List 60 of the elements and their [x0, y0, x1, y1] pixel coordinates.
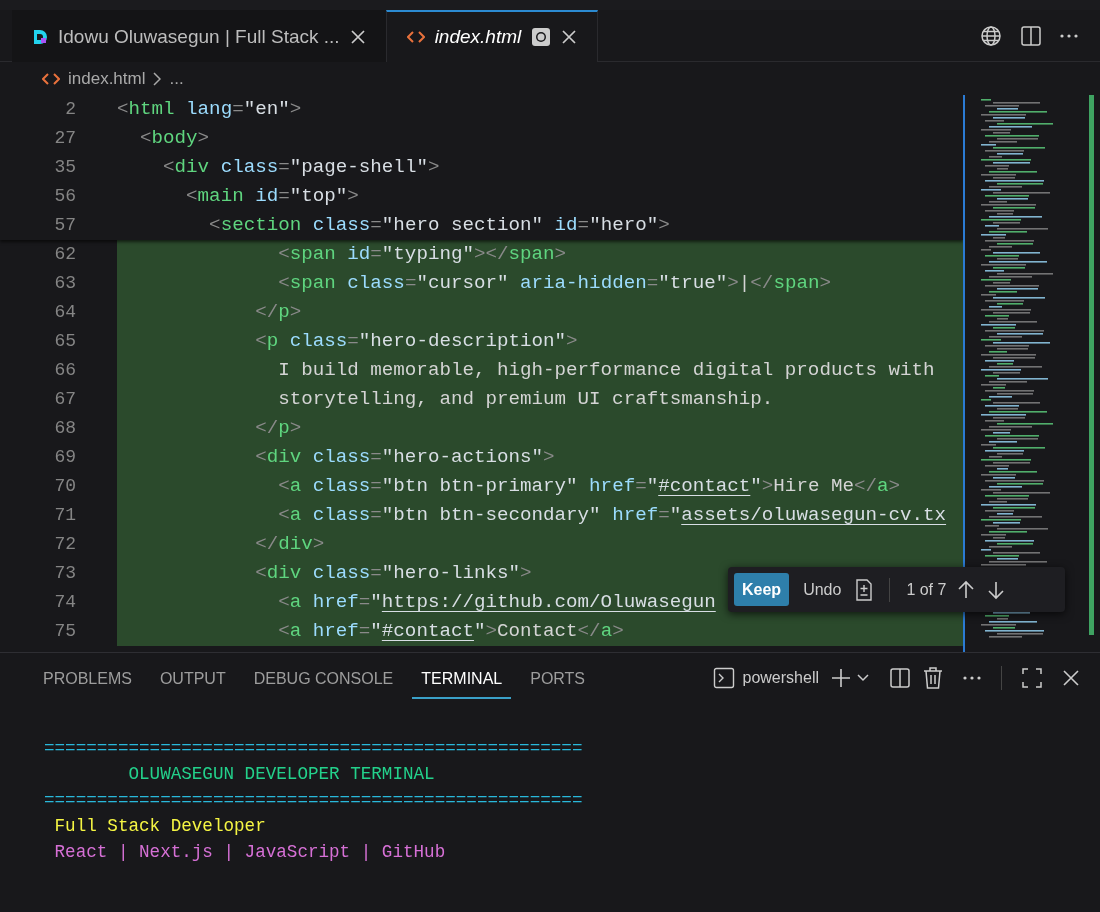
line-number: 70: [53, 475, 77, 498]
arrow-down-icon[interactable]: [986, 579, 1007, 600]
panel-tab[interactable]: PORTS: [521, 657, 595, 699]
terminal-line: OLUWASEGUN DEVELOPER TERMINAL: [127, 763, 436, 786]
file-diff-icon[interactable]: [855, 578, 874, 601]
app-logo-icon: [32, 29, 48, 45]
code-line: <body>: [139, 126, 211, 152]
keep-button[interactable]: Keep: [734, 573, 790, 606]
panel-tab[interactable]: DEBUG CONSOLE: [244, 657, 403, 699]
terminal-icon[interactable]: [712, 667, 735, 689]
terminal-line: ===================================================: [44, 789, 584, 812]
breadcrumb-item[interactable]: ...: [169, 65, 184, 92]
line-number: 62: [53, 243, 77, 266]
line-number: 65: [53, 330, 77, 353]
line-number: 64: [53, 301, 77, 324]
code-line: <main id="top">: [185, 184, 360, 210]
globe-icon[interactable]: [980, 24, 1002, 47]
close-icon[interactable]: [1062, 669, 1080, 687]
panel-tab[interactable]: OUTPUT: [150, 657, 235, 699]
terminal-line: Full Stack Developer: [53, 815, 267, 838]
maximize-icon[interactable]: [1022, 668, 1042, 688]
line-number: 35: [53, 156, 77, 179]
more-icon[interactable]: [963, 676, 981, 680]
more-icon[interactable]: [1060, 33, 1078, 38]
shell-label[interactable]: powershell: [742, 666, 819, 690]
line-number: 72: [53, 533, 77, 556]
panel-tab[interactable]: TERMINAL: [412, 657, 512, 699]
breadcrumb-item[interactable]: index.html: [68, 65, 146, 92]
line-number: 69: [53, 446, 77, 469]
split-editor-icon[interactable]: [1020, 24, 1042, 47]
line-number: 56: [53, 185, 77, 208]
trash-icon[interactable]: [923, 667, 943, 689]
code-line: <section class="hero section" id="hero">: [208, 213, 671, 239]
line-number: 63: [53, 272, 77, 295]
line-number: 74: [53, 591, 77, 614]
code-icon: [406, 30, 425, 44]
editor-tab[interactable]: index.html: [385, 10, 599, 62]
editor-tab[interactable]: Idowu Oluwasegun | Full Stack ...: [12, 10, 386, 62]
code-line: <html lang="en">: [117, 97, 303, 123]
close-icon[interactable]: [349, 29, 366, 45]
line-number: 67: [53, 388, 77, 411]
chevron-right-icon: [153, 71, 162, 86]
line-number: 71: [53, 504, 77, 527]
chevron-down-icon[interactable]: [857, 674, 869, 682]
line-number: 66: [53, 359, 77, 382]
line-number: 57: [53, 214, 77, 237]
line-number: 2: [64, 98, 77, 121]
split-terminal-icon[interactable]: [889, 667, 911, 689]
scrollbar-thumb[interactable]: [1089, 95, 1094, 635]
close-icon[interactable]: [561, 29, 578, 45]
code-icon: [42, 71, 60, 86]
line-number: 73: [53, 562, 77, 585]
panel-tab[interactable]: PROBLEMS: [34, 657, 141, 699]
code-line: <div class="page-shell">: [162, 155, 441, 181]
line-number: 68: [53, 417, 77, 440]
terminal-line: React | Next.js | JavaScript | GitHub: [53, 841, 447, 864]
plus-icon[interactable]: [831, 668, 851, 688]
line-number: 27: [53, 127, 77, 150]
terminal-line: ===================================================: [44, 737, 584, 760]
line-number: 75: [53, 620, 77, 643]
